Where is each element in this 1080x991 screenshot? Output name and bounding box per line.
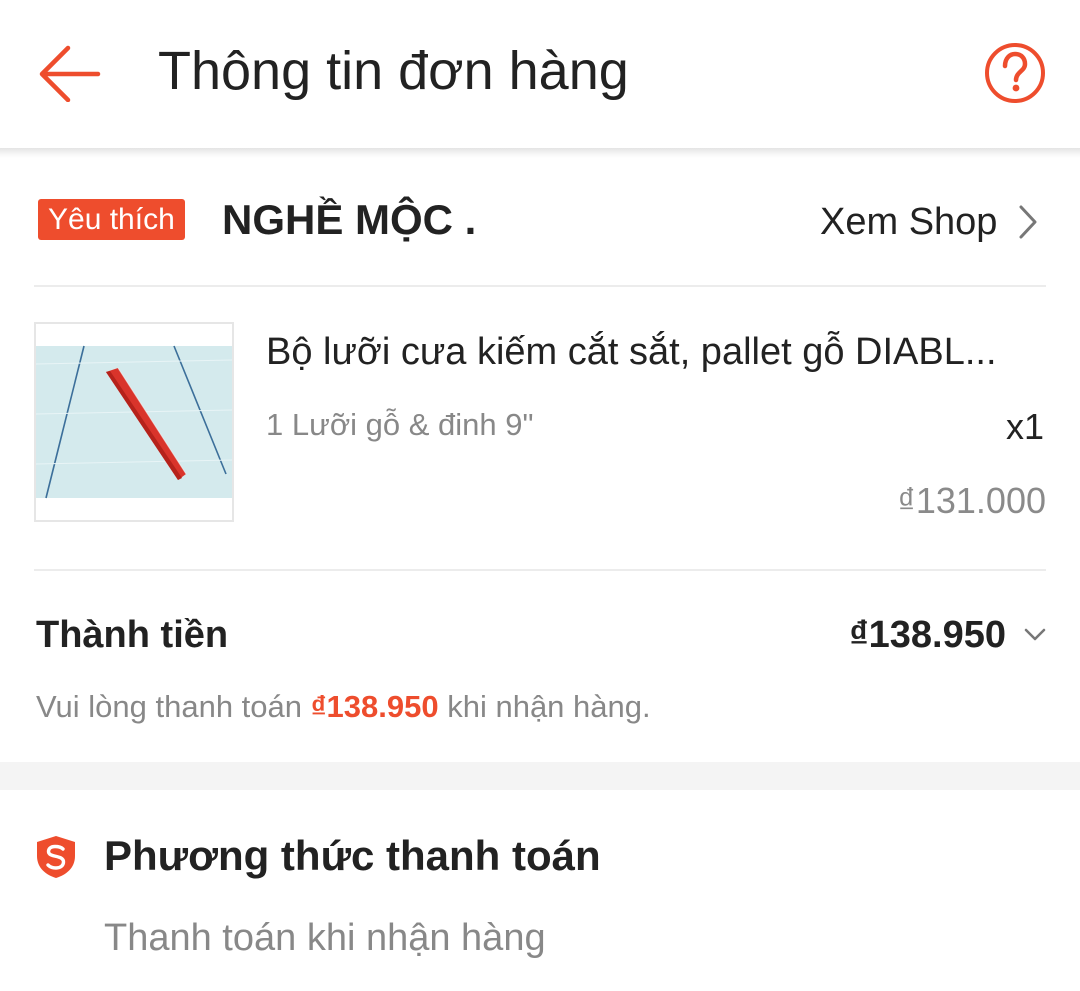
- product-quantity: x1: [1005, 406, 1044, 447]
- product-price: ₫131.000: [897, 480, 1046, 521]
- payment-method-title: Phương thức thanh toán: [104, 832, 601, 879]
- back-button[interactable]: [34, 42, 104, 103]
- payment-note-amount: ₫138.950: [310, 689, 439, 724]
- section-separator: [0, 762, 1080, 790]
- divider: [34, 569, 1046, 571]
- question-circle-icon: [985, 43, 1045, 103]
- shopee-shield-icon: [37, 836, 75, 878]
- view-shop-button[interactable]: Xem Shop: [820, 194, 1039, 250]
- saw-blade-image: [36, 345, 232, 499]
- product-thumbnail[interactable]: [34, 322, 234, 522]
- order-info-page: Thông tin đơn hàng Yêu thích NGHỀ MỘC . …: [0, 0, 1080, 991]
- shop-row: Yêu thích NGHỀ MỘC . Xem Shop: [0, 158, 1080, 286]
- view-shop-label: Xem Shop: [820, 200, 998, 243]
- total-label: Thành tiền: [36, 614, 229, 656]
- divider: [34, 285, 1046, 287]
- product-variation: 1 Lưỡi gỗ & đinh 9": [266, 407, 534, 442]
- payment-method-value: Thanh toán khi nhận hàng: [104, 917, 546, 959]
- payment-note: Vui lòng thanh toán ₫138.950 khi nhận hà…: [36, 686, 651, 728]
- chevron-down-icon: [1024, 628, 1046, 641]
- shop-name: NGHỀ MỘC .: [222, 196, 477, 243]
- page-title: Thông tin đơn hàng: [158, 41, 629, 101]
- total-expand-toggle[interactable]: ₫138.950: [849, 610, 1046, 660]
- header-shadow: [0, 148, 1080, 158]
- chevron-right-icon: [1019, 205, 1037, 239]
- payment-note-prefix: Vui lòng thanh toán: [36, 689, 311, 724]
- favorite-shop-badge: Yêu thích: [38, 199, 185, 240]
- app-header: Thông tin đơn hàng: [0, 0, 1080, 148]
- total-value: ₫138.950: [849, 613, 1006, 656]
- help-button[interactable]: [982, 40, 1048, 106]
- arrow-left-icon: [39, 45, 101, 103]
- product-name[interactable]: Bộ lưỡi cưa kiếm cắt sắt, pallet gỗ DIAB…: [266, 326, 1026, 378]
- payment-note-suffix: khi nhận hàng.: [438, 689, 651, 724]
